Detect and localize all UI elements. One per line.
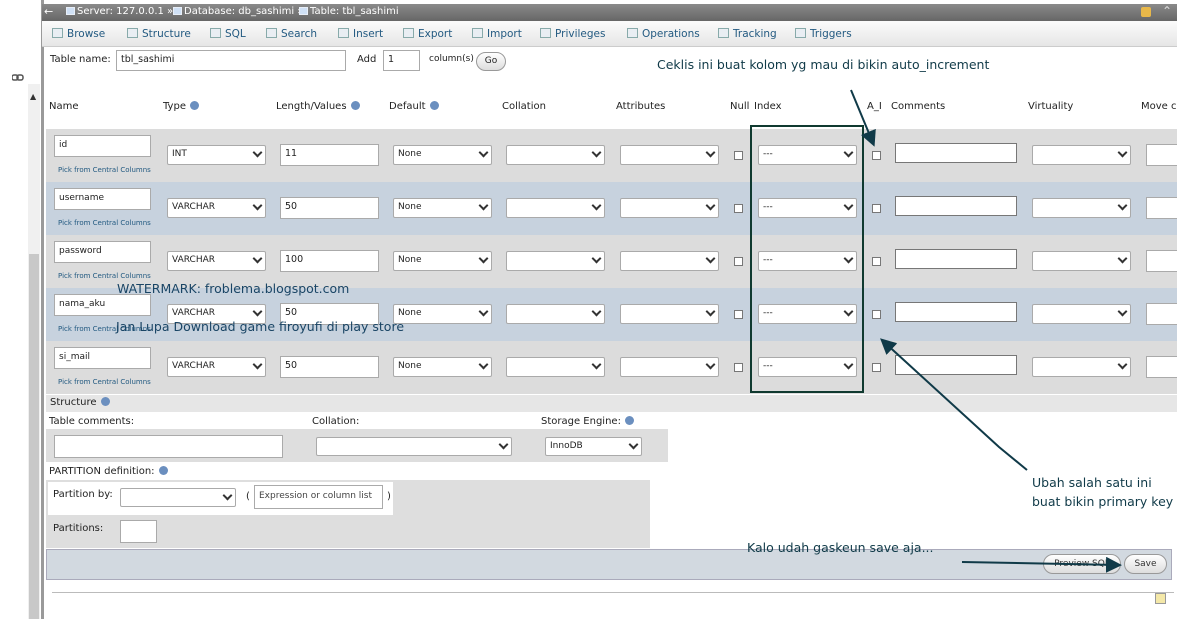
arrow-to-index xyxy=(880,338,1028,471)
arrow-to-ai-checkbox xyxy=(850,89,876,147)
arrow-to-save xyxy=(961,556,1122,573)
annotation-arrows xyxy=(850,89,1122,573)
